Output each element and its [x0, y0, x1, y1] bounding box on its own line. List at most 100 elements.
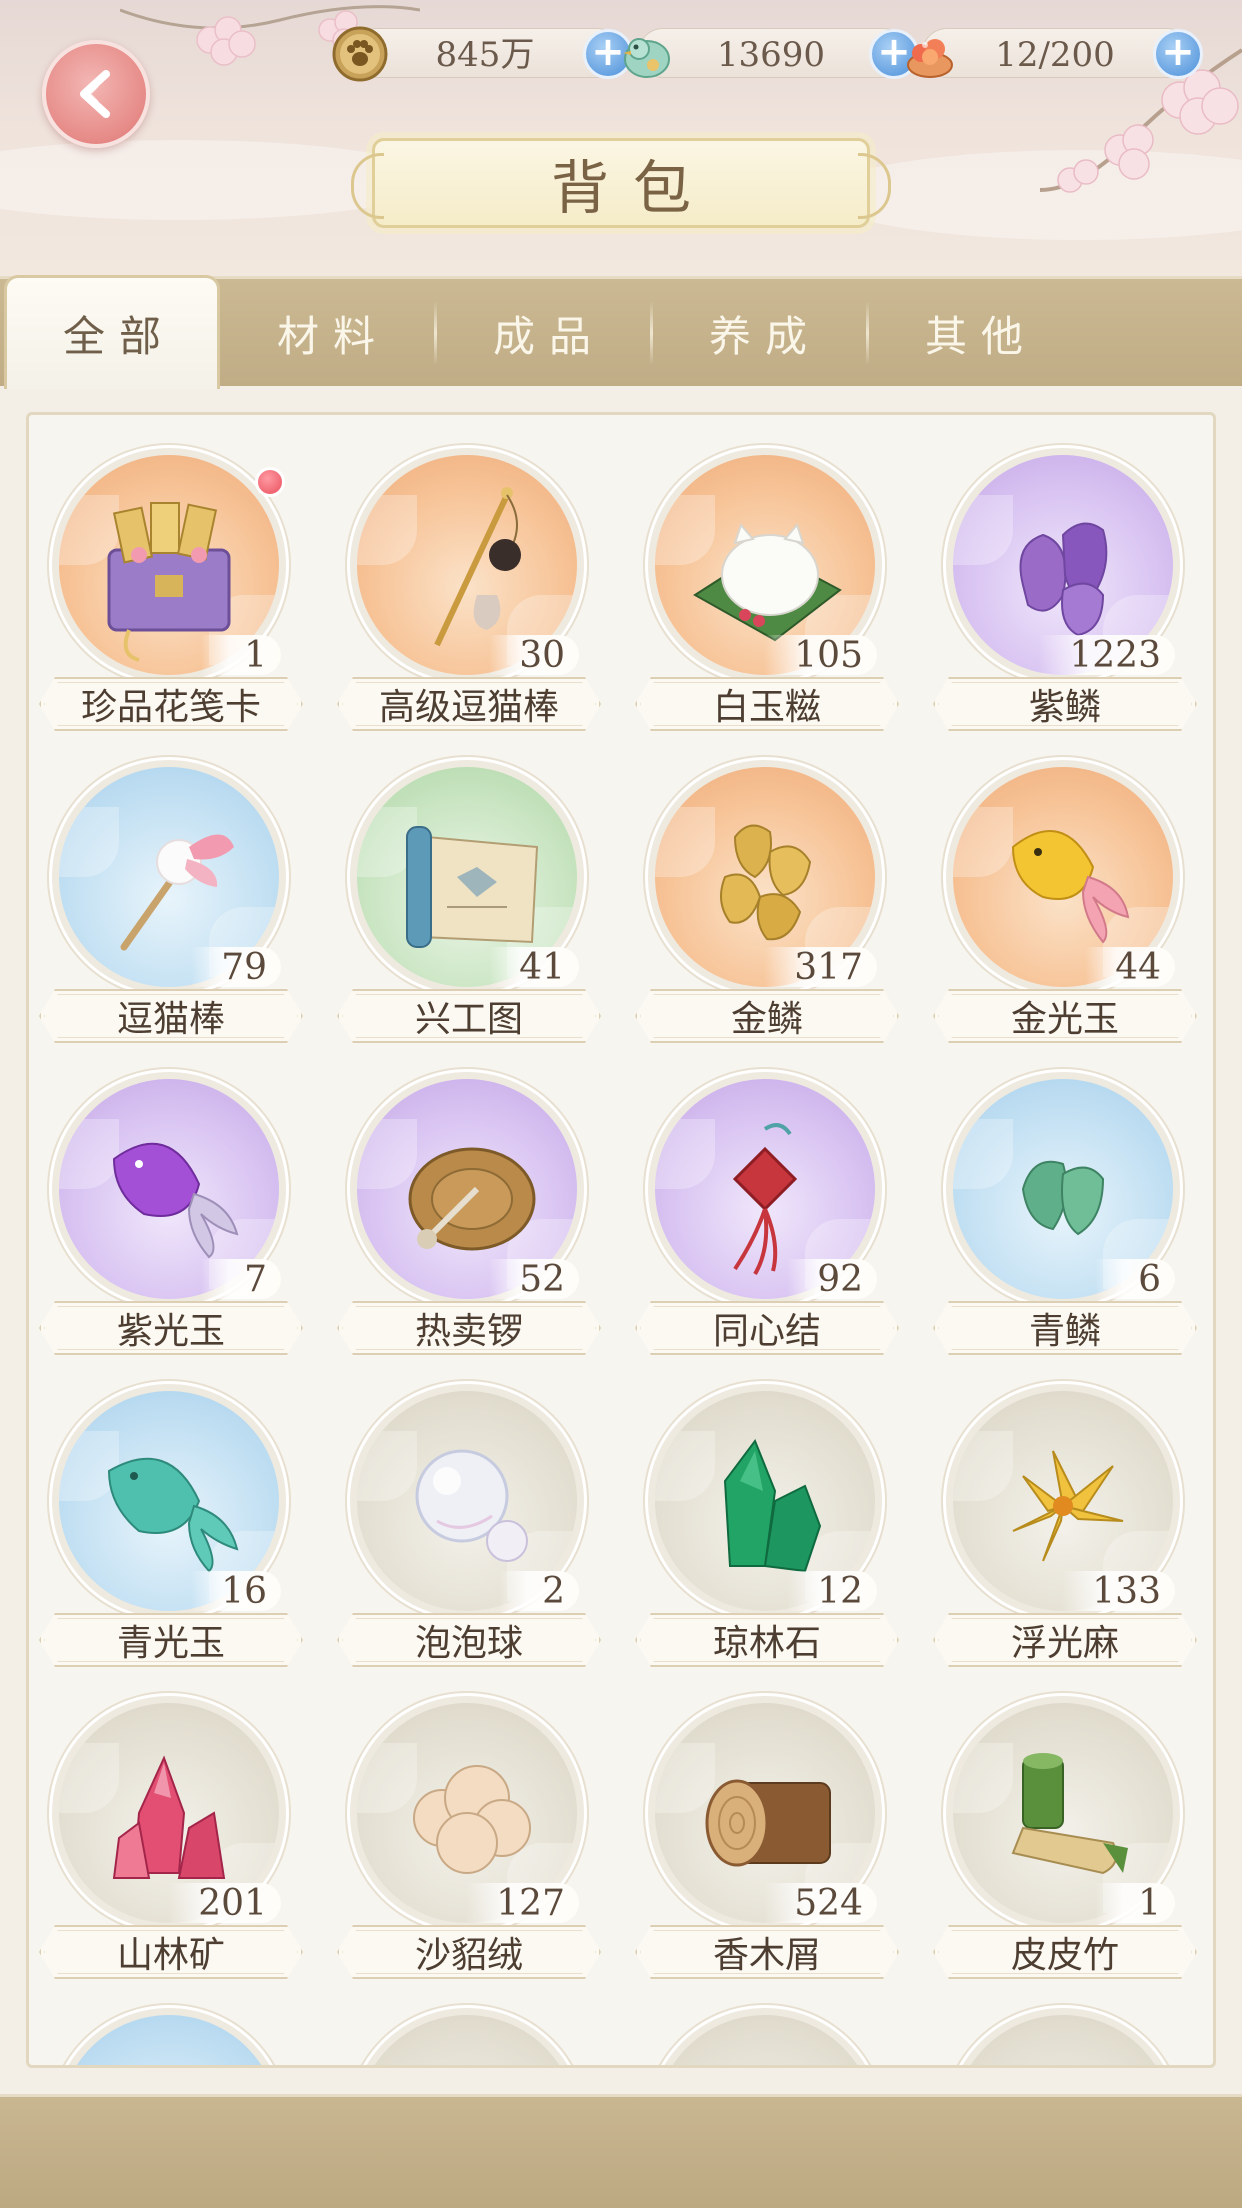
- item-count: 41: [489, 947, 579, 988]
- inventory-item[interactable]: 16 青光玉: [35, 1381, 307, 1671]
- inventory-item[interactable]: 1 皮皮竹: [929, 1693, 1201, 1983]
- item-name-plate: 逗猫棒: [39, 989, 303, 1043]
- paw-coin-icon: [332, 26, 388, 82]
- inventory-item-partial[interactable]: [35, 2005, 307, 2065]
- currency-food-bowl: 12/200 +: [907, 28, 1203, 79]
- tab-cultivation[interactable]: 养成: [650, 279, 866, 387]
- item-count: 52: [489, 1259, 579, 1300]
- item-name-plate: 紫光玉: [39, 1301, 303, 1355]
- item-name: 青光玉: [116, 1623, 225, 1664]
- inventory-item[interactable]: 317 金鳞: [631, 757, 903, 1047]
- bottom-bar: [0, 2094, 1242, 2208]
- item-count: 79: [191, 947, 281, 988]
- inventory-grid: 1 珍品花笺卡 30 高级逗猫棒 105 白玉糍 1223 紫鳞 79 逗猫棒 …: [26, 412, 1216, 2068]
- item-name-plate: 泡泡球: [337, 1613, 601, 1667]
- item-name-plate: 高级逗猫棒: [337, 677, 601, 731]
- inventory-item[interactable]: 133 浮光麻: [929, 1381, 1201, 1671]
- item-count: 6: [1095, 1259, 1175, 1300]
- item-name: 金光玉: [1010, 999, 1119, 1040]
- inventory-item[interactable]: 79 逗猫棒: [35, 757, 307, 1047]
- tab-label: 成品: [492, 311, 605, 361]
- inventory-item[interactable]: 2 泡泡球: [333, 1381, 605, 1671]
- inventory-item[interactable]: 1223 紫鳞: [929, 445, 1201, 735]
- item-name: 紫光玉: [116, 1311, 225, 1352]
- inventory-item[interactable]: 41 兴工图: [333, 757, 605, 1047]
- inventory-item[interactable]: 127 沙貂绒: [333, 1693, 605, 1983]
- back-button[interactable]: [42, 40, 150, 148]
- item-name-plate: 皮皮竹: [933, 1925, 1197, 1979]
- currency-value: 12/200: [995, 35, 1115, 75]
- item-name: 逗猫棒: [116, 999, 225, 1040]
- item-name-plate: 沙貂绒: [337, 1925, 601, 1979]
- new-badge: [255, 467, 285, 497]
- item-count: 127: [466, 1883, 579, 1924]
- item-count: 201: [168, 1883, 281, 1924]
- item-count: 1: [1095, 1883, 1175, 1924]
- item-name-plate: 山林矿: [39, 1925, 303, 1979]
- item-name: 白玉糍: [712, 687, 821, 728]
- inventory-item[interactable]: 12 琼林石: [631, 1381, 903, 1671]
- item-name-plate: 琼林石: [635, 1613, 899, 1667]
- inventory-item[interactable]: 1 珍品花笺卡: [35, 445, 307, 735]
- inventory-item[interactable]: 52 热卖锣: [333, 1069, 605, 1359]
- item-name: 高级逗猫棒: [378, 687, 559, 728]
- item-name-plate: 紫鳞: [933, 677, 1197, 731]
- item-name-plate: 热卖锣: [337, 1301, 601, 1355]
- item-name: 皮皮竹: [1010, 1935, 1119, 1976]
- item-name: 青鳞: [1028, 1311, 1101, 1352]
- currency-paw-coin: 845万 +: [332, 26, 633, 82]
- item-name: 沙貂绒: [414, 1935, 523, 1976]
- currency-jade-bird: 13690 +: [623, 28, 919, 79]
- back-arrow-icon: [80, 70, 110, 118]
- item-name: 兴工图: [414, 999, 523, 1040]
- item-name-plate: 香木屑: [635, 1925, 899, 1979]
- currency-value: 845万: [435, 35, 535, 75]
- inventory-item-partial[interactable]: [333, 2005, 605, 2065]
- item-name: 香木屑: [712, 1935, 821, 1976]
- item-count: 16: [191, 1571, 281, 1612]
- item-count: 12: [787, 1571, 877, 1612]
- add-currency-button[interactable]: +: [1153, 29, 1203, 79]
- item-name: 琼林石: [712, 1623, 821, 1664]
- tab-label: 其他: [924, 311, 1037, 361]
- inventory-item[interactable]: 105 白玉糍: [631, 445, 903, 735]
- category-tabs: 全部 材料 成品 养成 其他: [0, 275, 1242, 389]
- tab-all[interactable]: 全部: [4, 275, 220, 389]
- tab-label: 材料: [276, 311, 389, 361]
- item-name-plate: 浮光麻: [933, 1613, 1197, 1667]
- inventory-item[interactable]: 524 香木屑: [631, 1693, 903, 1983]
- inventory-item[interactable]: 7 紫光玉: [35, 1069, 307, 1359]
- inventory-item[interactable]: 201 山林矿: [35, 1693, 307, 1983]
- item-name-plate: 同心结: [635, 1301, 899, 1355]
- inventory-item[interactable]: 6 青鳞: [929, 1069, 1201, 1359]
- item-count: 1: [201, 635, 281, 676]
- item-count: 317: [764, 947, 877, 988]
- jade-bird-icon: [623, 38, 670, 78]
- item-name: 紫鳞: [1028, 687, 1101, 728]
- tab-products[interactable]: 成品: [434, 279, 650, 387]
- inventory-item-partial[interactable]: [631, 2005, 903, 2065]
- currency-value: 13690: [716, 35, 826, 75]
- page-title-plaque: 背包: [351, 138, 891, 228]
- item-count: 7: [201, 1259, 281, 1300]
- item-count: 105: [764, 635, 877, 676]
- tab-label: 全部: [62, 312, 175, 361]
- item-name: 珍品花笺卡: [80, 687, 261, 728]
- item-name: 金鳞: [730, 999, 803, 1040]
- item-name-plate: 珍品花笺卡: [39, 677, 303, 731]
- inventory-item-partial[interactable]: [929, 2005, 1201, 2065]
- item-name-plate: 青鳞: [933, 1301, 1197, 1355]
- top-banner: 845万 + 13690 + 12/200 + 背包: [0, 0, 1242, 280]
- inventory-item[interactable]: 30 高级逗猫棒: [333, 445, 605, 735]
- item-name: 浮光麻: [1010, 1623, 1119, 1664]
- item-name-plate: 兴工图: [337, 989, 601, 1043]
- item-count: 92: [787, 1259, 877, 1300]
- item-name: 泡泡球: [414, 1623, 523, 1664]
- item-name: 热卖锣: [414, 1311, 523, 1352]
- item-count: 44: [1085, 947, 1175, 988]
- item-count: 133: [1062, 1571, 1175, 1612]
- inventory-item[interactable]: 44 金光玉: [929, 757, 1201, 1047]
- inventory-item[interactable]: 92 同心结: [631, 1069, 903, 1359]
- tab-other[interactable]: 其他: [866, 279, 1082, 387]
- tab-materials[interactable]: 材料: [218, 279, 434, 387]
